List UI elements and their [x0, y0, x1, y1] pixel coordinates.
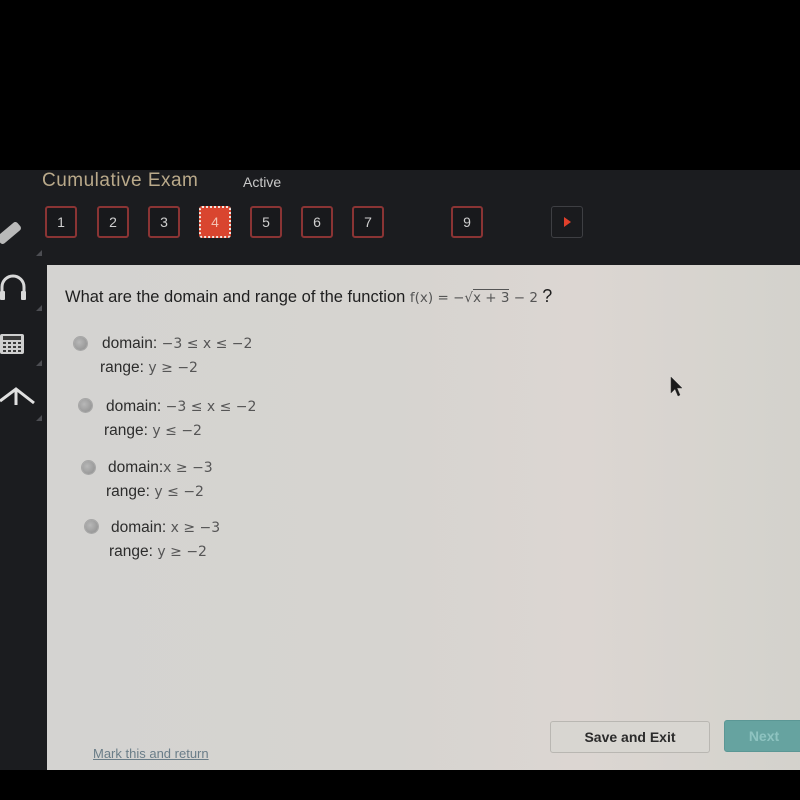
option-range: range: y ≥ −2	[109, 543, 207, 561]
tool-sidebar	[0, 210, 48, 430]
pencil-tool-button[interactable]	[0, 210, 46, 260]
calculator-tool-button[interactable]	[0, 320, 46, 370]
play-arrow-icon	[563, 217, 571, 227]
question-number: 6	[313, 214, 321, 230]
radio-button[interactable]	[79, 399, 92, 412]
question-prompt: What are the domain and range of the fun…	[65, 286, 552, 307]
question-nav-9[interactable]: 9	[451, 206, 483, 238]
save-and-exit-button[interactable]: Save and Exit	[550, 721, 710, 753]
range-value: y ≤ −2	[149, 484, 204, 500]
domain-label: domain:	[102, 335, 158, 352]
function-prefix: f(x) = −	[409, 290, 465, 306]
domain-value: −3 ≤ x ≤ −2	[157, 336, 253, 352]
option-domain: domain: −3 ≤ x ≤ −2	[102, 335, 252, 353]
range-label: range:	[106, 483, 150, 500]
answer-option-3[interactable]: domain:x ≥ −3 range: y ≤ −2	[82, 459, 282, 507]
reference-tool-button[interactable]	[0, 375, 46, 425]
question-number: 3	[160, 214, 168, 230]
question-nav-6[interactable]: 6	[301, 206, 333, 238]
exam-status: Active	[243, 174, 282, 190]
corner-indicator	[36, 360, 42, 366]
function-expression: f(x) = −√x + 3 − 2	[410, 289, 542, 306]
option-range: range: y ≤ −2	[106, 483, 204, 501]
radio-button[interactable]	[85, 520, 98, 533]
question-nav-5[interactable]: 5	[250, 206, 282, 238]
range-value: y ≤ −2	[147, 423, 202, 439]
question-nav-2[interactable]: 2	[97, 206, 129, 238]
next-button[interactable]: Next	[724, 720, 800, 752]
range-label: range:	[104, 422, 148, 439]
corner-indicator	[36, 415, 42, 421]
question-number: 5	[262, 214, 270, 230]
question-nav-7[interactable]: 7	[352, 206, 384, 238]
headphones-tool-button[interactable]	[0, 265, 46, 315]
corner-indicator	[36, 305, 42, 311]
range-label: range:	[100, 359, 144, 376]
mark-and-return-link[interactable]: Mark this and return	[93, 746, 209, 761]
function-suffix: − 2	[509, 290, 538, 306]
question-number: 2	[109, 214, 117, 230]
range-value: y ≥ −2	[143, 360, 198, 376]
radio-button[interactable]	[82, 461, 95, 474]
question-nav-next-button[interactable]	[551, 206, 583, 238]
question-number: 9	[463, 214, 471, 230]
question-number: 7	[364, 214, 372, 230]
question-number: 4	[211, 214, 219, 230]
option-domain: domain: −3 ≤ x ≤ −2	[106, 398, 256, 416]
option-range: range: y ≥ −2	[100, 359, 198, 377]
question-nav-3[interactable]: 3	[148, 206, 180, 238]
corner-indicator	[36, 250, 42, 256]
radicand: x + 3	[473, 289, 510, 306]
domain-label: domain:	[111, 519, 167, 536]
mouse-cursor-icon	[670, 376, 683, 397]
option-domain: domain: x ≥ −3	[111, 519, 220, 537]
answer-option-2[interactable]: domain: −3 ≤ x ≤ −2 range: y ≤ −2	[79, 397, 279, 445]
screen: Cumulative Exam Active 1 2 3 4 5 6 7 9 W…	[0, 0, 800, 800]
sqrt-symbol: √	[464, 290, 473, 306]
answer-option-4[interactable]: domain: x ≥ −3 range: y ≥ −2	[85, 518, 285, 566]
answer-option-1[interactable]: domain: −3 ≤ x ≤ −2 range: y ≥ −2	[74, 335, 274, 383]
exam-title: Cumulative Exam	[42, 170, 199, 188]
domain-value: x ≥ −3	[166, 520, 221, 536]
question-number: 1	[57, 214, 65, 230]
radio-button[interactable]	[74, 337, 87, 350]
option-range: range: y ≤ −2	[104, 422, 202, 440]
question-nav-4-current[interactable]: 4	[199, 206, 231, 238]
exam-header: Cumulative Exam Active	[0, 170, 800, 194]
screen-bezel	[0, 770, 800, 800]
range-value: y ≥ −2	[152, 544, 207, 560]
option-domain: domain:x ≥ −3	[108, 459, 213, 477]
domain-value: x ≥ −3	[163, 460, 213, 476]
domain-value: −3 ≤ x ≤ −2	[161, 399, 257, 415]
question-nav-1[interactable]: 1	[45, 206, 77, 238]
question-text: What are the domain and range of the fun…	[65, 288, 406, 306]
range-label: range:	[109, 543, 153, 560]
domain-label: domain:	[106, 398, 162, 415]
question-mark: ?	[542, 286, 553, 306]
domain-label: domain:	[108, 459, 164, 476]
